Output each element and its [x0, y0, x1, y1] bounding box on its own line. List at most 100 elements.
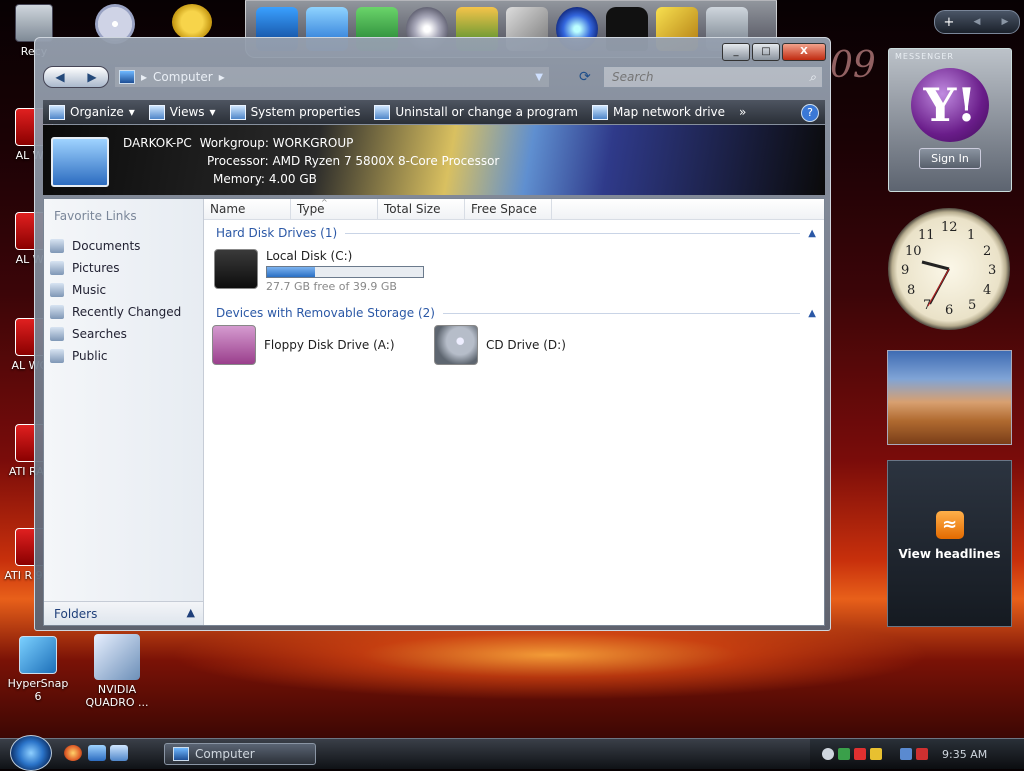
group-divider [442, 312, 801, 314]
nav-item-music[interactable]: Music [44, 279, 203, 301]
desktop-icon-messenger[interactable] [172, 4, 212, 40]
desktop-icon-label: NVIDIA QUADRO ... [85, 683, 149, 709]
navigation-pane: Favorite Links Documents Pictures Music … [44, 199, 204, 625]
mouse-cursor [570, 260, 577, 278]
floppy-drive-icon [212, 325, 256, 365]
clock-time[interactable]: 9:35 AM [942, 748, 987, 761]
memory-value: 4.00 GB [268, 172, 317, 186]
search-icon[interactable]: ⌕ [809, 70, 816, 85]
back-arrow-icon[interactable]: ◀ [55, 70, 64, 84]
group-label: Devices with Removable Storage (2) [216, 306, 435, 320]
firefox-icon[interactable] [64, 745, 82, 761]
nav-item-recently-changed[interactable]: Recently Changed [44, 301, 203, 323]
rss-icon: ≈ [935, 511, 964, 539]
uninstall-button[interactable]: Uninstall or change a program [374, 104, 578, 120]
desktop-icon-hypersnap[interactable]: HyperSnap 6 [5, 636, 71, 703]
system-properties-label: System properties [250, 105, 361, 119]
switch-windows-icon[interactable] [110, 745, 128, 761]
command-bar: Organize ▾ Views ▾ System properties Unins… [43, 100, 825, 124]
check-icon [229, 104, 246, 120]
column-type[interactable]: Type ^ [291, 198, 378, 219]
nav-item-public[interactable]: Public [44, 345, 203, 367]
next-page-button[interactable]: ▶ [991, 17, 1019, 27]
computer-name-row: DARKOK-PC Workgroup: WORKGROUP [123, 136, 353, 150]
folders-toggle[interactable]: Folders ▲ [44, 601, 203, 625]
taskbar-item-computer[interactable]: Computer [164, 743, 316, 765]
drive-local-disk[interactable]: Local Disk (C:) 27.7 GB free of 39.9 GB [214, 249, 424, 293]
yahoo-logo-icon: Y! [911, 68, 989, 142]
desktop-icon-nvidia[interactable]: NVIDIA QUADRO ... [84, 634, 150, 709]
disk-usage-fill [267, 267, 316, 277]
display-tray-icon[interactable] [900, 748, 912, 760]
taskbar-item-label: Computer [195, 747, 255, 761]
globe-tray-icon[interactable] [822, 748, 834, 760]
column-name[interactable]: Name [204, 199, 291, 219]
drive-cd[interactable]: CD Drive (D:) [434, 325, 566, 365]
taskbar: Computer 9:35 AM [0, 735, 1024, 771]
group-hard-disk-drives[interactable]: Hard Disk Drives (1) ▲ [216, 226, 816, 240]
nav-label: Recently Changed [72, 305, 182, 319]
messenger-gadget: MESSENGER Y! Sign In [888, 48, 1012, 192]
nav-item-documents[interactable]: Documents [44, 235, 203, 257]
update-tray-icon[interactable] [870, 748, 882, 760]
map-drive-label: Map network drive [612, 105, 726, 119]
maximize-button[interactable]: □ [752, 43, 780, 61]
hard-disk-icon [214, 249, 258, 289]
prev-page-button[interactable]: ◀ [963, 17, 991, 27]
history-dropdown-icon[interactable]: ▼ [535, 72, 543, 83]
security-tray-icon[interactable] [854, 748, 866, 760]
uninstall-label: Uninstall or change a program [395, 105, 578, 119]
column-free-space[interactable]: Free Space [465, 199, 552, 219]
favorite-links-heading: Favorite Links [54, 209, 137, 223]
drive-floppy[interactable]: Floppy Disk Drive (A:) [212, 325, 395, 365]
minimize-button[interactable]: _ [722, 43, 750, 61]
feed-headlines-gadget[interactable]: ≈ View headlines [887, 460, 1012, 627]
column-total-size[interactable]: Total Size [378, 199, 465, 219]
computer-large-icon [51, 137, 109, 187]
window-controls: _ □ X [722, 43, 826, 61]
add-gadget-button[interactable]: + [935, 15, 963, 30]
start-button[interactable] [10, 735, 52, 771]
nav-item-searches[interactable]: Searches [44, 323, 203, 345]
system-tray: 9:35 AM [810, 739, 1024, 769]
nav-label: Searches [72, 327, 127, 341]
forward-arrow-icon[interactable]: ▶ [87, 70, 96, 84]
yahoo-messenger-icon [172, 4, 212, 40]
search-box[interactable]: ⌕ [603, 66, 823, 88]
organize-button[interactable]: Organize ▾ [49, 104, 135, 120]
view-headlines-label: View headlines [898, 547, 1001, 561]
computer-icon [119, 70, 135, 84]
map-network-drive-button[interactable]: Map network drive [591, 104, 726, 120]
computer-window: _ □ X ◀ ▶ ▸ Computer ▸ ▼ ⟳ ⌕ Organize ▾ V… [34, 37, 831, 631]
cd-install-icon [374, 104, 391, 120]
nav-label: Pictures [72, 261, 120, 275]
public-folder-icon [50, 349, 64, 363]
organize-label: Organize [70, 105, 124, 119]
system-properties-button[interactable]: System properties [229, 104, 361, 120]
refresh-icon[interactable]: ⟳ [579, 69, 597, 85]
drive-name: CD Drive (D:) [486, 338, 566, 352]
group-divider [345, 232, 801, 234]
search-input[interactable] [610, 69, 810, 85]
music-icon [50, 283, 64, 297]
pictures-icon [50, 261, 64, 275]
disk-usage-bar [266, 266, 424, 278]
group-removable-storage[interactable]: Devices with Removable Storage (2) ▲ [216, 306, 816, 320]
breadcrumb[interactable]: ▸ Computer ▸ ▼ [115, 67, 549, 87]
views-button[interactable]: Views ▾ [148, 104, 216, 120]
volume-muted-icon[interactable] [916, 748, 928, 760]
column-header-row: Name Type ^ Total Size Free Space [204, 198, 824, 220]
nav-item-pictures[interactable]: Pictures [44, 257, 203, 279]
more-commands-button[interactable]: » [739, 105, 746, 119]
sign-in-button[interactable]: Sign In [919, 148, 981, 169]
content-area: Favorite Links Documents Pictures Music … [43, 198, 825, 626]
search-folder-icon [50, 327, 64, 341]
network-tray-icon[interactable] [838, 748, 850, 760]
close-button[interactable]: X [782, 43, 826, 61]
help-button[interactable]: ? [801, 104, 819, 122]
processor-label: Processor: [207, 154, 269, 168]
breadcrumb-item-computer[interactable]: Computer [153, 70, 213, 84]
slideshow-gadget[interactable] [887, 350, 1012, 445]
show-desktop-icon[interactable] [88, 745, 106, 761]
group-label: Hard Disk Drives (1) [216, 226, 338, 240]
